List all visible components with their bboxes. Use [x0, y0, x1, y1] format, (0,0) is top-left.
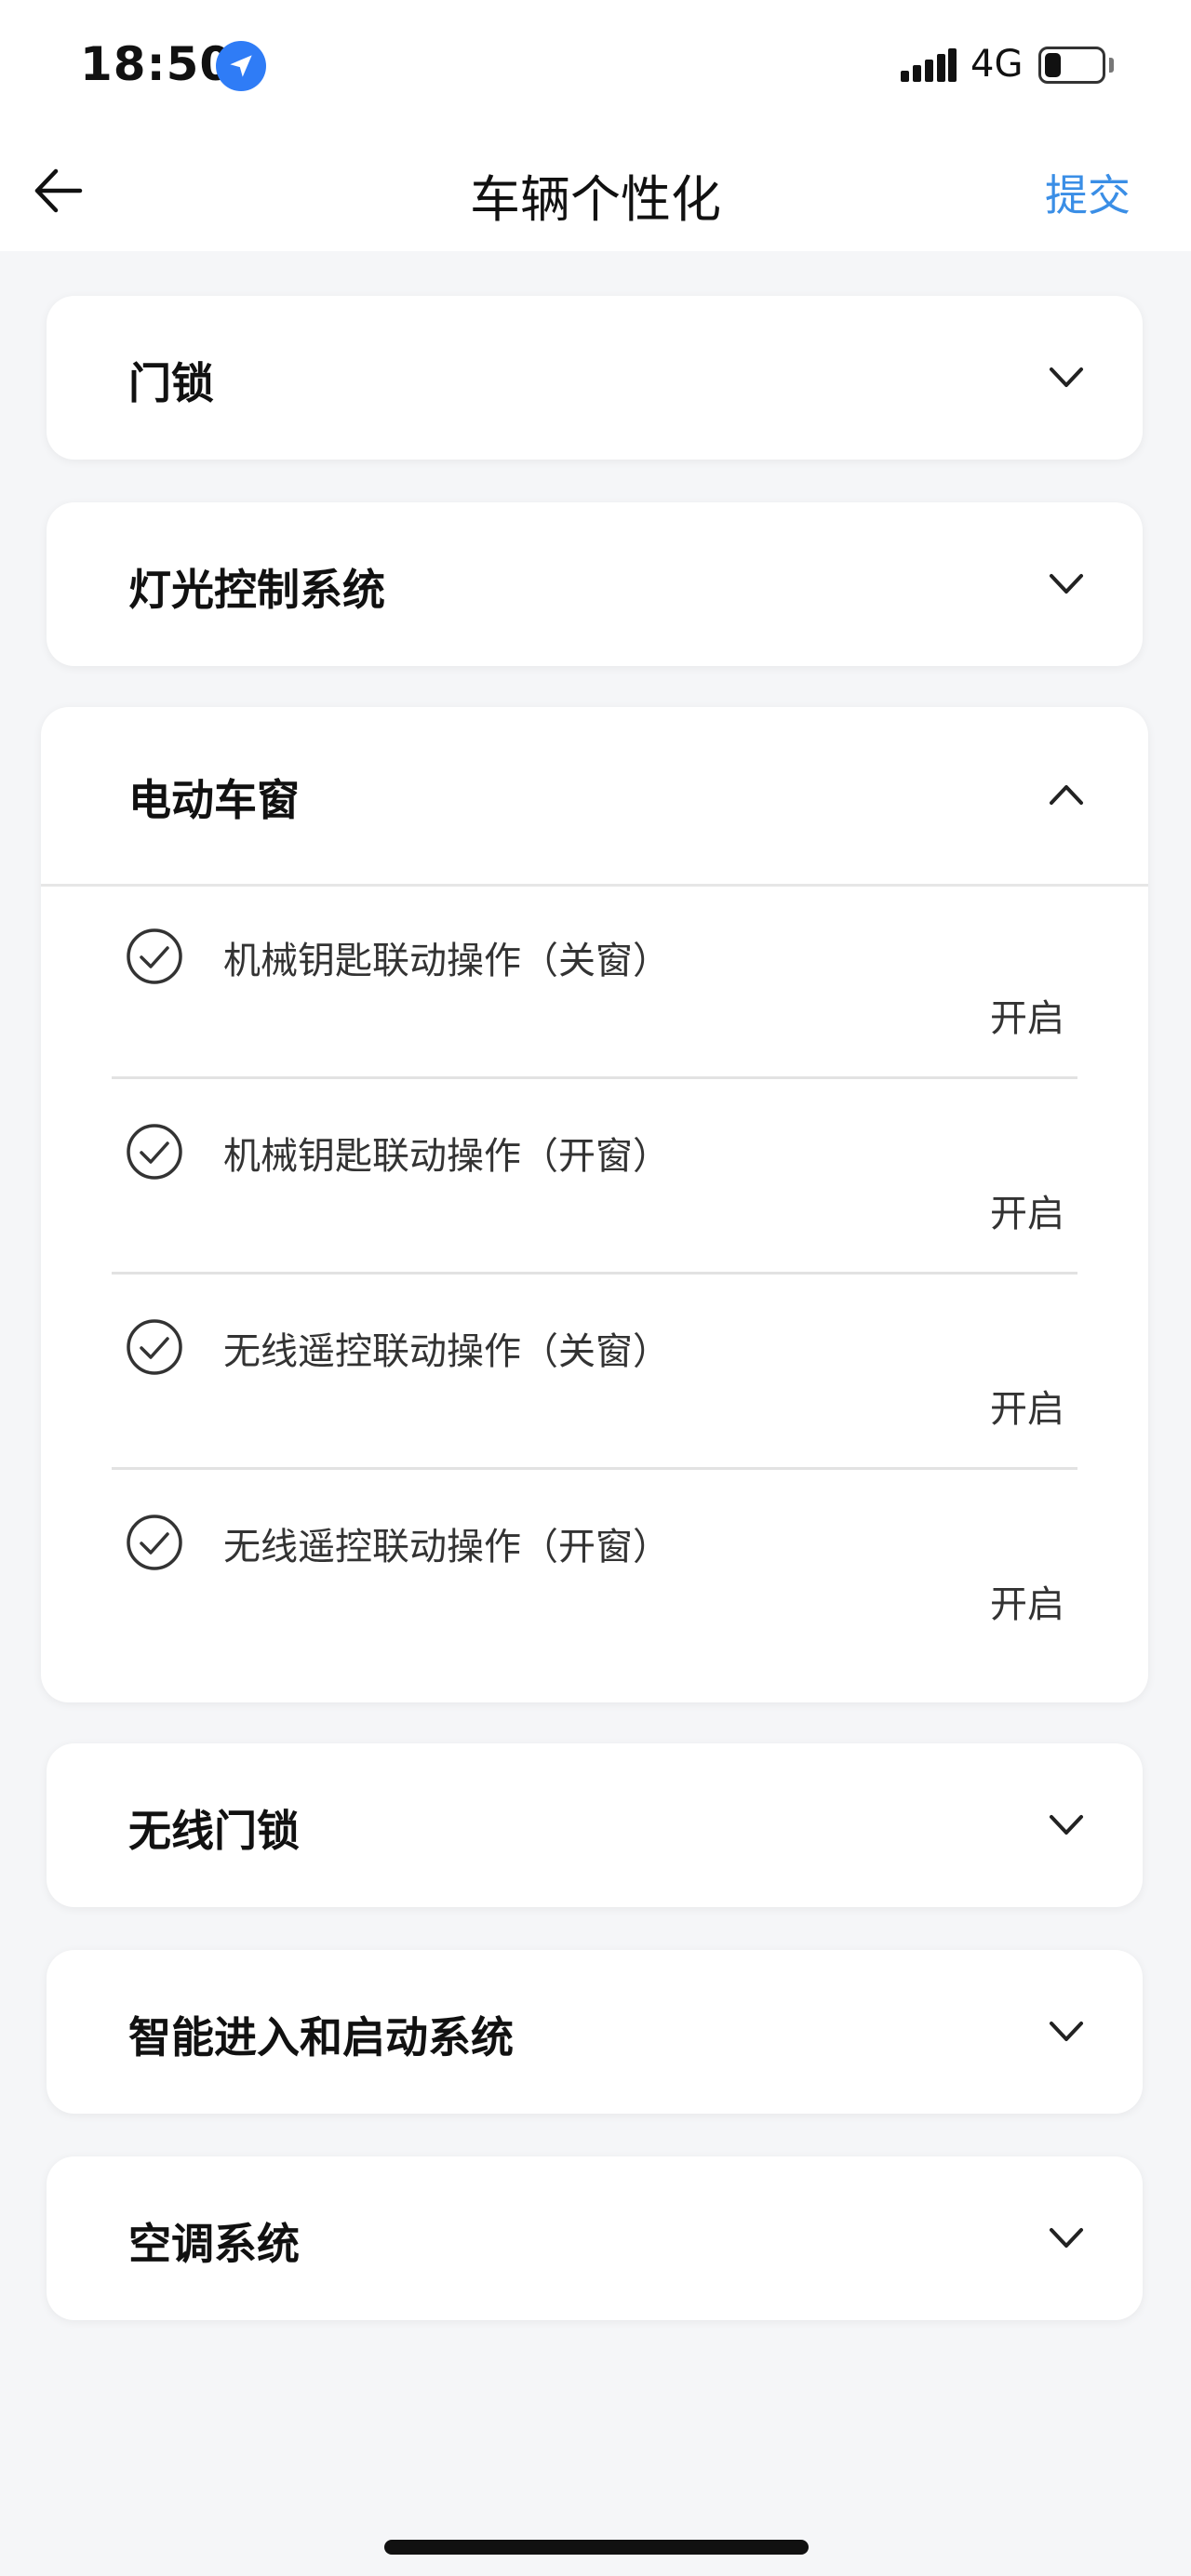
item-value: 开启 [990, 1583, 1064, 1626]
chevron-down-icon [1050, 367, 1083, 387]
section-title: 门锁 [128, 358, 214, 408]
checkmark-circle-icon [127, 1515, 182, 1570]
section-title: 智能进入和启动系统 [128, 2012, 514, 2062]
chevron-down-icon [1050, 1815, 1083, 1835]
item-value: 开启 [990, 1388, 1064, 1431]
list-item[interactable]: 无线遥控联动操作（关窗） 开启 [41, 1275, 1148, 1470]
section-title: 电动车窗 [128, 775, 300, 825]
signal-icon [901, 48, 957, 86]
item-label: 无线遥控联动操作（开窗） [223, 1526, 670, 1568]
submit-button[interactable]: 提交 [1045, 162, 1131, 223]
chevron-down-icon [1050, 2228, 1083, 2248]
section-air-conditioning: 空调系统 [47, 2156, 1143, 2320]
checkmark-circle-icon [127, 1124, 182, 1180]
section-header-door-lock[interactable]: 门锁 [47, 296, 1143, 460]
section-title: 灯光控制系统 [128, 565, 385, 615]
battery-level [1045, 53, 1061, 77]
item-value: 开启 [990, 1193, 1064, 1235]
network-label: 4G [970, 43, 1024, 86]
section-smart-entry-start: 智能进入和启动系统 [47, 1950, 1143, 2114]
battery-cap [1109, 58, 1114, 73]
chevron-up-icon [1050, 785, 1083, 805]
home-indicator[interactable] [384, 2540, 809, 2555]
nav-bar: 车辆个性化 提交 [0, 130, 1191, 251]
chevron-down-icon [1050, 2022, 1083, 2041]
section-power-windows: 电动车窗 机械钥匙联动操作（关窗） 开启 机械钥匙联动操作（开窗） 开启 无线遥… [41, 707, 1148, 1702]
section-header-lighting-control[interactable]: 灯光控制系统 [47, 502, 1143, 666]
checkmark-circle-icon [127, 1319, 182, 1375]
list-item[interactable]: 机械钥匙联动操作（关窗） 开启 [41, 884, 1148, 1079]
status-bar: 18:50 4G [0, 0, 1191, 130]
section-header-wireless-door-lock[interactable]: 无线门锁 [47, 1743, 1143, 1907]
section-wireless-door-lock: 无线门锁 [47, 1743, 1143, 1907]
location-arrow-icon [216, 41, 266, 91]
section-title: 空调系统 [128, 2219, 300, 2269]
chevron-down-icon [1050, 574, 1083, 594]
list-item[interactable]: 机械钥匙联动操作（开窗） 开启 [41, 1079, 1148, 1275]
section-header-air-conditioning[interactable]: 空调系统 [47, 2156, 1143, 2320]
section-door-lock: 门锁 [47, 296, 1143, 460]
checkmark-circle-icon [127, 928, 182, 984]
item-label: 无线遥控联动操作（关窗） [223, 1330, 670, 1373]
section-title: 无线门锁 [128, 1806, 300, 1856]
section-header-smart-entry-start[interactable]: 智能进入和启动系统 [47, 1950, 1143, 2114]
list-item[interactable]: 无线遥控联动操作（开窗） 开启 [41, 1470, 1148, 1665]
page-title: 车辆个性化 [470, 170, 721, 229]
item-label: 机械钥匙联动操作（开窗） [223, 1135, 670, 1178]
item-label: 机械钥匙联动操作（关窗） [223, 940, 670, 982]
item-value: 开启 [990, 997, 1064, 1040]
section-header-power-windows[interactable]: 电动车窗 [41, 707, 1148, 887]
status-time: 18:50 [80, 37, 234, 91]
section-lighting-control: 灯光控制系统 [47, 502, 1143, 666]
battery-icon [1038, 47, 1105, 84]
